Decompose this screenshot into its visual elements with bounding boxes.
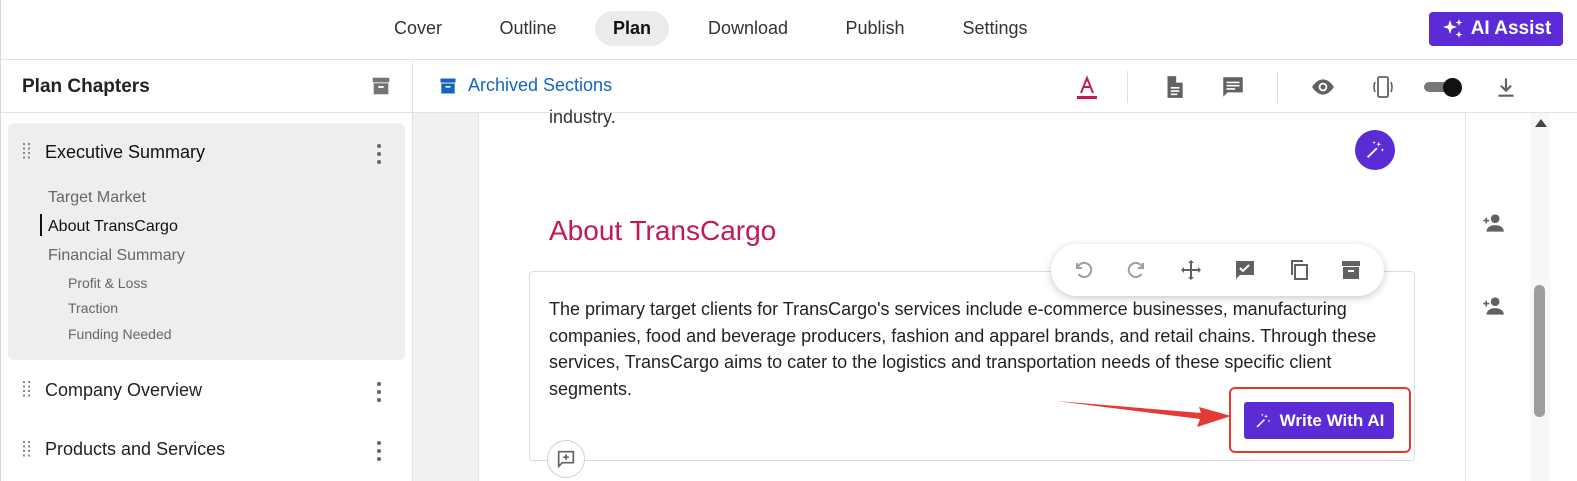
add-comment-icon bbox=[557, 450, 575, 469]
document-icon[interactable] bbox=[1161, 74, 1187, 100]
magic-wand-button[interactable] bbox=[1355, 130, 1395, 170]
sparkle-icon bbox=[1442, 19, 1463, 38]
tab-publish[interactable]: Publish bbox=[835, 11, 915, 46]
annotation-arrow bbox=[1056, 401, 1231, 427]
archived-sections-label: Archived Sections bbox=[468, 75, 613, 95]
subsection-link[interactable]: Traction bbox=[68, 300, 118, 316]
archive-icon[interactable] bbox=[370, 75, 392, 97]
scroll-up-icon[interactable] bbox=[1535, 119, 1547, 127]
tab-download[interactable]: Download bbox=[699, 11, 797, 46]
move-icon[interactable] bbox=[1179, 258, 1203, 282]
redo-icon[interactable] bbox=[1125, 258, 1149, 282]
collaborator-rail bbox=[1466, 113, 1530, 481]
drag-handle-icon[interactable] bbox=[23, 143, 31, 159]
add-person-icon[interactable] bbox=[1480, 293, 1506, 319]
subsection-link[interactable]: Funding Needed bbox=[68, 326, 172, 342]
text-color-icon[interactable] bbox=[1074, 74, 1100, 100]
chapter-title[interactable]: Company Overview bbox=[45, 380, 202, 401]
comment-icon[interactable] bbox=[1220, 74, 1246, 100]
toolbar-divider bbox=[1277, 71, 1278, 103]
tab-cover[interactable]: Cover bbox=[379, 11, 457, 46]
approve-icon[interactable] bbox=[1233, 258, 1257, 282]
undo-icon[interactable] bbox=[1071, 258, 1095, 282]
section-link[interactable]: Target Market bbox=[48, 189, 146, 207]
view-toggle[interactable] bbox=[1424, 78, 1464, 98]
app-root: Cover Outline Plan Download Publish Sett… bbox=[0, 0, 1577, 481]
sidebar-header: Plan Chapters bbox=[1, 61, 412, 113]
magic-wand-icon bbox=[1256, 413, 1271, 428]
more-options-icon[interactable] bbox=[377, 441, 381, 461]
add-person-icon[interactable] bbox=[1480, 210, 1506, 236]
archive-icon[interactable] bbox=[1339, 258, 1363, 282]
sidebar-title: Plan Chapters bbox=[22, 76, 150, 97]
chapter-title[interactable]: Products and Services bbox=[45, 439, 225, 460]
drag-handle-icon[interactable] bbox=[23, 381, 31, 397]
toolbar-divider bbox=[1127, 71, 1128, 103]
eye-icon[interactable] bbox=[1310, 74, 1336, 100]
tab-outline[interactable]: Outline bbox=[487, 11, 569, 46]
more-options-icon[interactable] bbox=[377, 382, 381, 402]
subsection-link[interactable]: Profit & Loss bbox=[68, 275, 147, 291]
plan-chapters-sidebar: Plan Chapters Executive Summary Target M… bbox=[1, 61, 413, 481]
scrollbar[interactable] bbox=[1530, 113, 1550, 481]
download-icon[interactable] bbox=[1493, 74, 1519, 100]
section-link-current[interactable]: About TransCargo bbox=[48, 218, 178, 236]
archived-sections-link[interactable]: Archived Sections bbox=[438, 75, 612, 96]
ai-assist-button[interactable]: AI Assist bbox=[1429, 12, 1563, 46]
chapter-title[interactable]: Executive Summary bbox=[45, 142, 205, 163]
section-heading: About TransCargo bbox=[549, 215, 777, 246]
archive-icon bbox=[440, 78, 456, 93]
write-with-ai-label: Write With AI bbox=[1279, 410, 1385, 430]
section-link[interactable]: Financial Summary bbox=[48, 247, 185, 265]
device-icon[interactable] bbox=[1370, 74, 1396, 100]
tab-settings[interactable]: Settings bbox=[951, 11, 1039, 46]
editor-toolbar: Archived Sections bbox=[413, 61, 1577, 113]
copy-icon[interactable] bbox=[1287, 258, 1311, 282]
ai-assist-label: AI Assist bbox=[1470, 18, 1552, 39]
write-with-ai-button[interactable]: Write With AI bbox=[1244, 402, 1394, 439]
more-options-icon[interactable] bbox=[377, 144, 381, 164]
scroll-thumb[interactable] bbox=[1534, 285, 1545, 417]
top-navigation: Cover Outline Plan Download Publish Sett… bbox=[1, 0, 1577, 60]
previous-paragraph-tail: industry. bbox=[549, 107, 616, 127]
magic-wand-icon bbox=[1367, 140, 1385, 158]
drag-handle-icon[interactable] bbox=[23, 441, 31, 457]
tab-plan[interactable]: Plan bbox=[595, 11, 669, 46]
add-comment-button[interactable] bbox=[547, 440, 585, 478]
floating-toolbar bbox=[1051, 244, 1384, 296]
current-section-indicator bbox=[40, 214, 42, 236]
